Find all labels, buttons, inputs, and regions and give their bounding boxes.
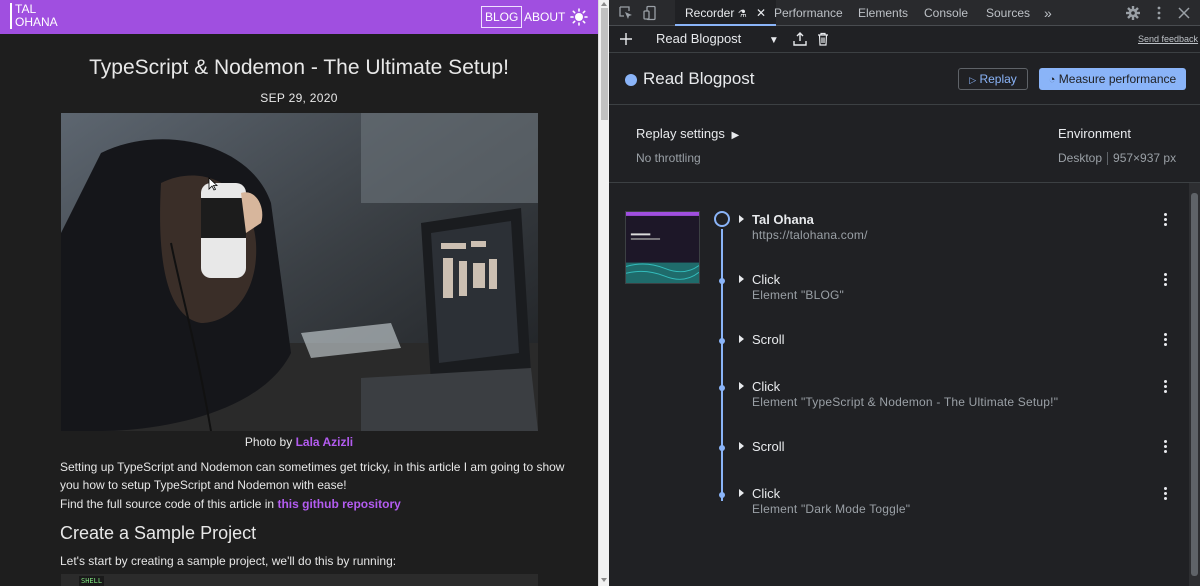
timeline-start-node	[714, 211, 730, 227]
step-menu-icon[interactable]	[1164, 440, 1168, 454]
tab-console[interactable]: Console	[924, 0, 968, 26]
step-title[interactable]: Scroll	[752, 332, 785, 347]
post-title: TypeScript & Nodemon - The Ultimate Setu…	[89, 56, 509, 79]
tab-performance[interactable]: Performance	[774, 0, 843, 26]
sun-icon[interactable]	[570, 8, 588, 26]
timeline-line	[721, 229, 723, 501]
environment-label: Environment	[1058, 126, 1131, 141]
tab-elements[interactable]: Elements	[858, 0, 908, 26]
replay-button[interactable]: ▷ Replay	[958, 68, 1028, 90]
timeline-node	[719, 278, 725, 284]
step-title[interactable]: Click	[752, 379, 780, 394]
steps-scrollbar-thumb[interactable]	[1191, 193, 1198, 576]
mouse-cursor-icon	[208, 177, 218, 191]
section-heading: Create a Sample Project	[60, 523, 257, 543]
recording-status-dot	[625, 74, 637, 86]
step-title[interactable]: Click	[752, 272, 780, 287]
gauge-icon: ◔	[1048, 74, 1056, 86]
nav-link-blog[interactable]: BLOG	[481, 6, 523, 28]
code-block: SHELL	[61, 574, 538, 586]
expand-step-caret-icon[interactable]	[739, 489, 744, 497]
expand-step-caret-icon[interactable]	[739, 215, 744, 223]
site-navbar: TAL OHANA BLOG ABOUT	[0, 0, 598, 34]
add-recording-icon[interactable]	[618, 31, 634, 47]
website-scrollbar[interactable]	[598, 0, 609, 586]
expand-step-caret-icon[interactable]	[739, 382, 744, 390]
step-title[interactable]: Tal Ohana	[752, 212, 814, 227]
source-paragraph: Find the full source code of this articl…	[60, 497, 401, 511]
replay-settings-section: Replay settings ▶ No throttling Environm…	[609, 105, 1200, 183]
recording-title: Read Blogpost	[643, 69, 755, 88]
step-subtitle: https://talohana.com/	[752, 228, 868, 242]
tab-sources[interactable]: Sources	[986, 0, 1030, 26]
chevron-down-icon: ▼	[768, 35, 779, 46]
photo-caption: Photo by Lala Azizli	[244, 435, 354, 449]
expand-step-caret-icon[interactable]	[739, 275, 744, 283]
gear-icon[interactable]	[1125, 5, 1141, 21]
expand-step-caret-icon[interactable]	[739, 442, 744, 450]
scroll-up-arrow-icon[interactable]	[601, 2, 607, 6]
step-menu-icon[interactable]	[1164, 487, 1168, 501]
timeline-node	[719, 385, 725, 391]
export-icon[interactable]	[792, 31, 808, 47]
recorder-toolbar: Read Blogpost ▼ Send feedback	[609, 26, 1200, 53]
page-screenshot-thumbnail	[625, 211, 700, 284]
step-menu-icon[interactable]	[1164, 273, 1168, 287]
code-language-tag: SHELL	[79, 576, 105, 586]
device-toolbar-icon[interactable]	[642, 5, 658, 21]
play-icon: ▷	[969, 75, 977, 85]
website-viewport: TAL OHANA BLOG ABOUT TypeScript & Nodemo…	[0, 0, 598, 586]
post-date: SEP 29, 2020	[260, 91, 338, 105]
devtools-panel: Recorder ⚗ ✕ Performance Elements Consol…	[609, 0, 1200, 586]
tab-recorder[interactable]: Recorder ⚗ ✕	[675, 0, 777, 26]
timeline-node	[719, 338, 725, 344]
step-subtitle: Element "Dark Mode Toggle"	[752, 502, 911, 516]
close-tab-icon[interactable]: ✕	[756, 6, 766, 20]
more-tabs-icon[interactable]: »	[1044, 0, 1052, 26]
devtools-tabbar: Recorder ⚗ ✕ Performance Elements Consol…	[609, 0, 1200, 26]
step-title[interactable]: Scroll	[752, 439, 785, 454]
step-menu-icon[interactable]	[1164, 213, 1168, 227]
scroll-down-arrow-icon[interactable]	[601, 578, 607, 582]
intro-paragraph: Setting up TypeScript and Nodemon can so…	[60, 460, 565, 492]
expand-step-caret-icon[interactable]	[739, 335, 744, 343]
recording-select[interactable]: Read Blogpost ▼	[656, 31, 779, 46]
step-menu-icon[interactable]	[1164, 380, 1168, 394]
send-feedback-link[interactable]: Send feedback	[1138, 34, 1198, 44]
step-menu-icon[interactable]	[1164, 333, 1168, 347]
measure-performance-button[interactable]: ◔ Measure performance	[1039, 68, 1186, 90]
experimental-flask-icon: ⚗	[737, 9, 747, 20]
environment-value: Desktop 957×937 px	[1058, 151, 1177, 166]
photo-author-link[interactable]: Lala Azizli	[296, 435, 354, 449]
step-subtitle: Element "BLOG"	[752, 288, 845, 302]
replay-settings-toggle[interactable]: Replay settings ▶	[636, 126, 739, 141]
delete-icon[interactable]	[815, 31, 831, 47]
step-title[interactable]: Click	[752, 486, 780, 501]
close-devtools-icon[interactable]	[1176, 5, 1192, 21]
timeline-node	[719, 445, 725, 451]
hero-photo	[61, 113, 538, 431]
recording-header: Read Blogpost ▷ Replay ◔ Measure perform…	[609, 53, 1200, 105]
step-subtitle: Element "TypeScript & Nodemon - The Ulti…	[752, 395, 1059, 409]
timeline-node	[719, 492, 725, 498]
nav-link-about[interactable]: ABOUT	[524, 6, 565, 28]
sample-project-paragraph: Let's start by creating a sample project…	[60, 554, 397, 568]
recording-steps: Tal Ohana https://talohana.com/ Click El…	[609, 183, 1189, 586]
caret-right-icon: ▶	[731, 130, 740, 141]
steps-scrollbar[interactable]	[1189, 183, 1200, 586]
website-scrollbar-thumb[interactable]	[601, 8, 608, 120]
site-logo[interactable]: TAL OHANA	[10, 3, 58, 29]
throttling-value: No throttling	[636, 151, 701, 165]
inspect-element-icon[interactable]	[618, 5, 634, 21]
more-options-icon[interactable]	[1151, 5, 1167, 21]
github-repo-link[interactable]: this github repository	[277, 497, 400, 511]
